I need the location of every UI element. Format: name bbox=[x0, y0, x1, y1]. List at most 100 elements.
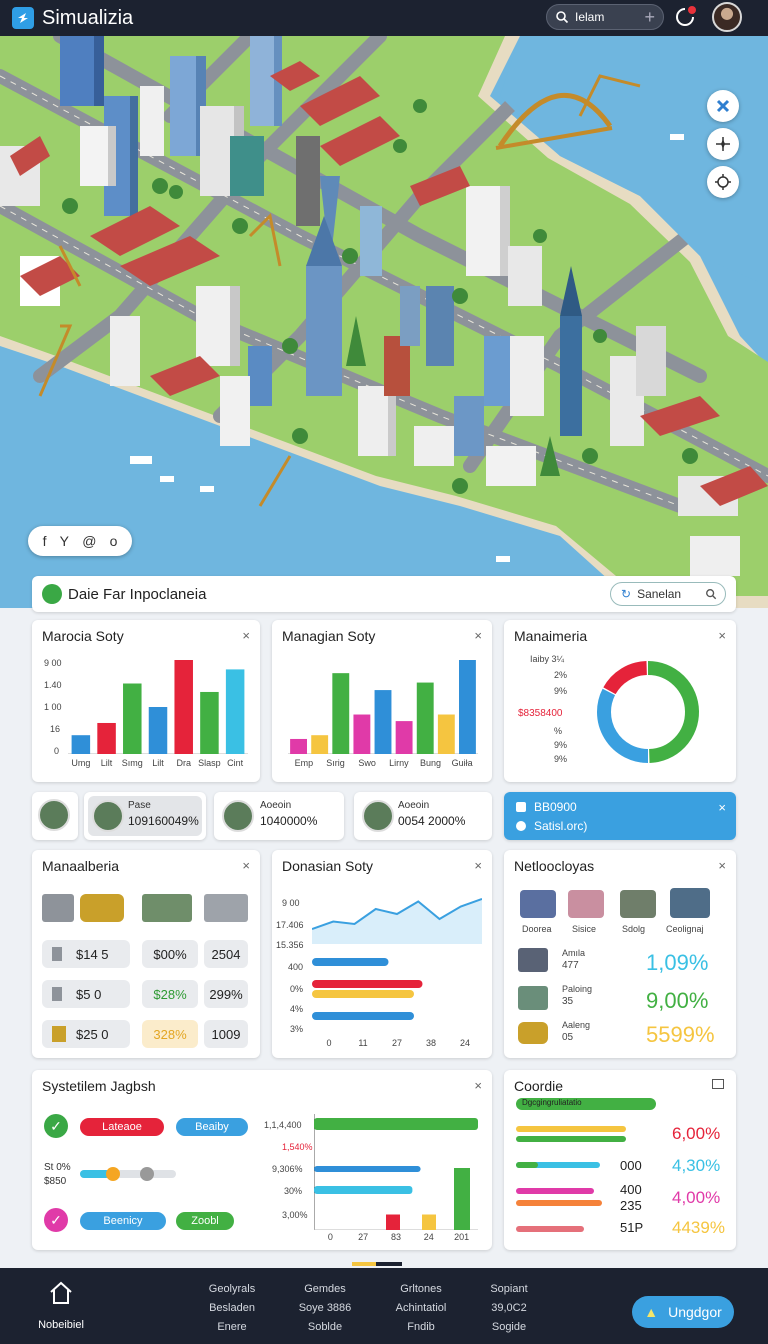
close-icon[interactable]: × bbox=[718, 800, 726, 815]
card-title: Systetilem Jagbsh bbox=[42, 1078, 156, 1094]
row-sub: 477 bbox=[562, 960, 579, 971]
scroll-indicator[interactable] bbox=[352, 1262, 402, 1266]
x-tick-label: Dra bbox=[176, 758, 191, 768]
row-label: Aaleng bbox=[562, 1020, 591, 1030]
check-icon[interactable]: ✓ bbox=[44, 1208, 68, 1232]
status-pill[interactable]: Beaiby bbox=[176, 1118, 248, 1136]
nav-group-4[interactable]: Sopiant 39,0C2 Sogide bbox=[482, 1280, 536, 1337]
close-icon[interactable]: × bbox=[242, 628, 250, 643]
status-pill[interactable]: Zoobl bbox=[176, 1212, 234, 1230]
dot-icon bbox=[516, 821, 526, 831]
bar bbox=[311, 735, 329, 754]
resource-value: $25 0 bbox=[76, 1026, 109, 1042]
stat-value: BB0900 bbox=[534, 800, 577, 814]
stat-label: Satisl.orc) bbox=[534, 819, 588, 833]
facebook-icon[interactable]: f bbox=[43, 533, 47, 549]
close-icon[interactable]: × bbox=[718, 628, 726, 643]
stat-label: Pase bbox=[128, 800, 151, 811]
search-input[interactable]: Ielam + bbox=[546, 4, 664, 30]
card-title: Donasian Soty bbox=[282, 858, 374, 874]
resource-cell[interactable]: 2504 bbox=[204, 940, 248, 968]
stat-tile-building[interactable] bbox=[32, 792, 78, 840]
nav-item[interactable]: Enere bbox=[200, 1318, 264, 1337]
check-icon[interactable]: ✓ bbox=[44, 1114, 68, 1138]
card-title: Managian Soty bbox=[282, 628, 376, 644]
close-icon[interactable]: × bbox=[718, 858, 726, 873]
nav-group-3[interactable]: Grltones Achintatiol Fndib bbox=[386, 1280, 456, 1337]
scroll-thumb[interactable] bbox=[352, 1262, 376, 1266]
stat-label: Aoeoin bbox=[398, 800, 430, 811]
coord-percent: 6,00% bbox=[672, 1124, 721, 1143]
upgrade-button[interactable]: ▲ Ungdgor bbox=[632, 1296, 734, 1328]
factory-icon bbox=[42, 894, 74, 922]
close-icon[interactable]: × bbox=[474, 858, 482, 873]
resource-cell[interactable]: 1009 bbox=[204, 1020, 248, 1048]
status-pill[interactable]: Beenicy bbox=[80, 1212, 166, 1230]
x-tick-label: 11 bbox=[358, 1038, 368, 1048]
nav-item[interactable]: 39,0C2 bbox=[482, 1299, 536, 1318]
nav-item[interactable]: Achintatiol bbox=[386, 1299, 456, 1318]
resource-cell[interactable]: $5 0 bbox=[42, 980, 130, 1008]
bar bbox=[395, 721, 413, 754]
nav-group-2[interactable]: Gemdes Soye 3886 Soblde bbox=[292, 1280, 358, 1337]
resource-cell[interactable]: 299% bbox=[204, 980, 248, 1008]
nav-item[interactable]: Fndib bbox=[386, 1318, 456, 1337]
nav-item[interactable]: Soblde bbox=[292, 1318, 358, 1337]
search-icon bbox=[706, 589, 717, 600]
bar bbox=[353, 714, 371, 754]
resource-cell[interactable]: $25 0 bbox=[42, 1020, 130, 1048]
home-button[interactable]: Nobeibiel bbox=[36, 1280, 86, 1331]
status-pill[interactable]: Lateaoe bbox=[80, 1118, 164, 1136]
coord-bar bbox=[516, 1188, 594, 1194]
x-tick-label: 38 bbox=[425, 1038, 437, 1048]
nav-item[interactable]: Sopiant bbox=[482, 1280, 536, 1299]
nav-item[interactable]: Besladen bbox=[200, 1299, 264, 1318]
x-tick-label: 201 bbox=[454, 1232, 470, 1242]
avatar[interactable] bbox=[712, 2, 742, 32]
notification-badge bbox=[688, 6, 696, 14]
window-icon[interactable] bbox=[712, 1079, 724, 1089]
add-icon[interactable]: + bbox=[644, 7, 655, 28]
close-icon[interactable]: × bbox=[474, 1078, 482, 1093]
share-icon[interactable]: @ bbox=[82, 533, 96, 549]
filter-icon[interactable]: Y bbox=[60, 533, 69, 549]
horizontal-bar-chart bbox=[312, 958, 423, 1020]
bar-chart-2-x-axis: Emp Sırig Swo Lirny Bung Guiła bbox=[288, 758, 478, 770]
nav-item[interactable]: Grltones bbox=[386, 1280, 456, 1299]
x-tick-label: Guiła bbox=[451, 758, 473, 768]
close-icon[interactable]: × bbox=[242, 858, 250, 873]
city-map[interactable]: f Y @ o bbox=[0, 36, 768, 608]
nav-group-1[interactable]: Geolyrals Besladen Enere bbox=[200, 1280, 264, 1337]
coord-value: 235 bbox=[620, 1198, 642, 1213]
slider-handle[interactable] bbox=[140, 1167, 154, 1181]
resource-cell[interactable]: $00% bbox=[142, 940, 198, 968]
stat-card-2[interactable]: Aoeoin 1040000% bbox=[214, 792, 344, 840]
stat-card-blue[interactable]: BB0900 Satisl.orc) × bbox=[504, 792, 736, 840]
stat-label: Aoeoin bbox=[260, 800, 292, 811]
resource-cell[interactable]: $14 5 bbox=[42, 940, 130, 968]
nav-item[interactable]: Sogide bbox=[482, 1318, 536, 1337]
notification-icon[interactable] bbox=[674, 6, 696, 28]
settings-icon[interactable]: o bbox=[110, 533, 118, 549]
resource-cell[interactable]: $28% bbox=[142, 980, 198, 1008]
x-tick-label: 24 bbox=[423, 1232, 434, 1242]
bar bbox=[97, 722, 116, 754]
coord-bar bbox=[516, 1226, 584, 1232]
nav-item[interactable]: Gemdes bbox=[292, 1280, 358, 1299]
section-search-input[interactable]: ↻ Sanelan bbox=[610, 582, 726, 606]
nav-item[interactable]: Soye 3886 bbox=[292, 1299, 358, 1318]
locate-icon[interactable] bbox=[707, 166, 739, 198]
y-tick: 9 00 bbox=[282, 898, 300, 908]
resource-value: $14 5 bbox=[76, 946, 109, 962]
app-logo-icon[interactable] bbox=[12, 7, 34, 29]
resource-cell[interactable]: 328% bbox=[142, 1020, 198, 1048]
close-map-icon[interactable] bbox=[707, 90, 739, 122]
nav-item[interactable]: Geolyrals bbox=[200, 1280, 264, 1299]
stat-card-1[interactable]: Pase 109160049% bbox=[84, 792, 206, 840]
systems-card: Systetilem Jagbsh × ✓ Lateaoe Beaiby St … bbox=[32, 1070, 492, 1250]
close-icon[interactable]: × bbox=[474, 628, 482, 643]
x-tick-label: Lilt bbox=[152, 758, 164, 768]
slider-handle[interactable] bbox=[106, 1167, 120, 1181]
stat-card-3[interactable]: Aoeoin 0054 2000% bbox=[354, 792, 492, 840]
compass-icon[interactable] bbox=[707, 128, 739, 160]
